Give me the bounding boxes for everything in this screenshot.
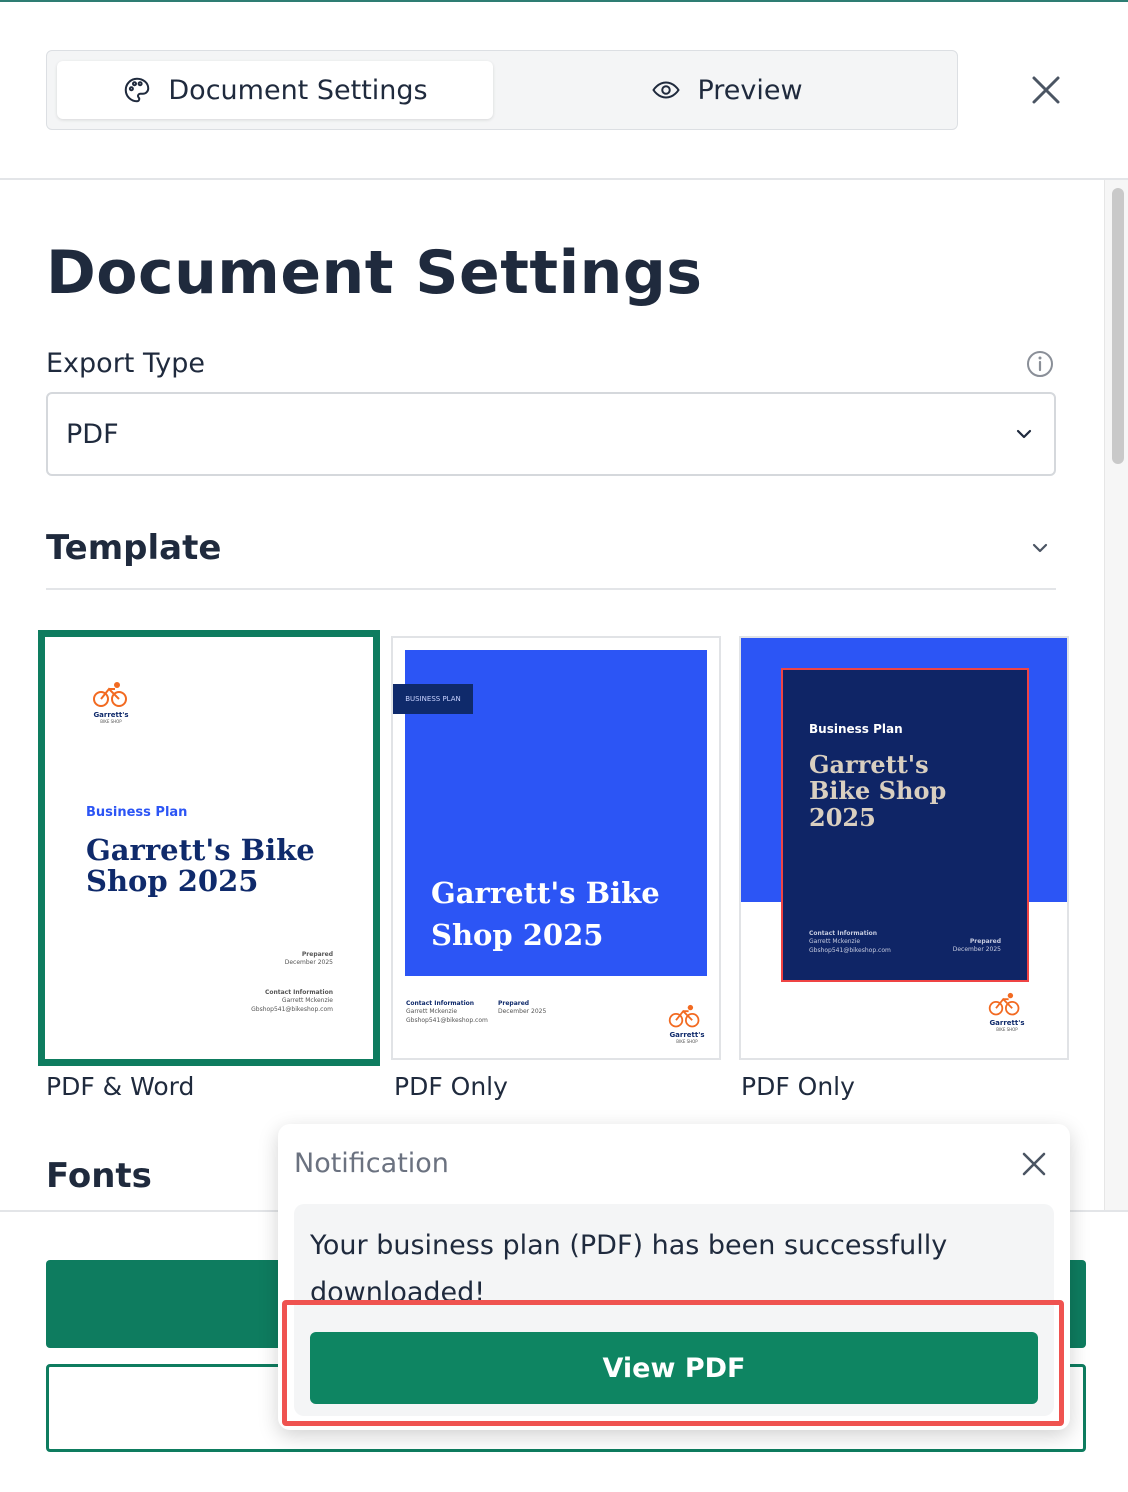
contact-email: Gbshop541@bikeshop.com: [406, 1016, 488, 1024]
tab-document-settings[interactable]: Document Settings: [57, 61, 493, 119]
template-tag: BUSINESS PLAN: [393, 684, 473, 714]
template-heading: Template: [46, 528, 222, 568]
logo-sub: BIKE SHOP: [676, 1039, 698, 1044]
view-pdf-button[interactable]: View PDF: [310, 1332, 1038, 1404]
contact-name: Garrett Mckenzie: [281, 997, 333, 1005]
chevron-down-icon: [1016, 429, 1032, 439]
tab-label: Preview: [697, 74, 803, 106]
template-card-label: PDF Only: [741, 1072, 855, 1101]
notification-title: Notification: [294, 1148, 449, 1179]
navy-cover-block: Business Plan Garrett's Bike Shop 2025 C…: [781, 668, 1029, 982]
prepared-date: December 2025: [952, 946, 1001, 954]
prepared-date: December 2025: [284, 959, 333, 967]
template-subtitle: Business Plan: [809, 722, 903, 736]
fonts-heading: Fonts: [46, 1156, 152, 1196]
info-icon[interactable]: [1026, 350, 1054, 378]
palette-icon: [125, 77, 150, 103]
export-type-select[interactable]: PDF: [46, 392, 1056, 476]
close-icon[interactable]: [1026, 70, 1066, 110]
logo-name: Garrett's: [669, 1031, 705, 1039]
prepared-label: Prepared: [498, 1000, 530, 1007]
view-tabs: Document Settings Preview: [46, 50, 958, 130]
template-card-label: PDF & Word: [46, 1072, 195, 1101]
bike-logo-icon: Garrett's BIKE SHOP: [91, 681, 131, 724]
eye-icon: [652, 81, 681, 99]
template-divider: [46, 588, 1056, 590]
settings-scroll-area: Document Settings Export Type PDF Templa…: [0, 180, 1104, 1210]
template-card-navy[interactable]: Business Plan Garrett's Bike Shop 2025 C…: [739, 636, 1069, 1060]
template-title: Garrett's Bike Shop 2025: [431, 876, 660, 953]
template-title: Garrett's Bike Shop 2025: [809, 750, 947, 832]
template-card-blue[interactable]: BUSINESS PLAN Garrett's Bike Shop 2025 C…: [391, 636, 721, 1060]
prepared-date: December 2025: [498, 1008, 547, 1016]
contact-label: Contact Information: [264, 989, 333, 996]
export-type-label: Export Type: [46, 348, 205, 379]
scrollbar[interactable]: [1104, 180, 1128, 1210]
template-card-label: PDF Only: [394, 1072, 508, 1101]
template-title: Garrett's Bike Shop 2025: [86, 833, 315, 899]
scrollbar-thumb[interactable]: [1112, 188, 1124, 464]
contact-label: Contact Information: [406, 1000, 475, 1007]
page-title: Document Settings: [46, 238, 703, 308]
contact-name: Garrett Mckenzie: [809, 938, 861, 946]
logo-name: Garrett's: [989, 1019, 1025, 1027]
contact-email: Gbshop541@bikeshop.com: [251, 1005, 333, 1013]
prepared-label: Prepared: [301, 951, 333, 958]
logo-sub: BIKE SHOP: [100, 719, 122, 724]
logo-name: Garrett's: [93, 711, 129, 719]
chevron-down-icon[interactable]: [1028, 536, 1052, 560]
contact-label: Contact Information: [809, 930, 878, 937]
top-accent-line: [0, 0, 1128, 2]
contact-email: Gbshop541@bikeshop.com: [809, 946, 891, 954]
tab-label: Document Settings: [168, 74, 428, 106]
template-card-classic[interactable]: Garrett's BIKE SHOP Business Plan Garret…: [38, 630, 380, 1066]
bike-logo-icon: Garrett's BIKE SHOP: [667, 1004, 707, 1044]
template-subtitle: Business Plan: [86, 805, 188, 820]
tab-preview[interactable]: Preview: [507, 61, 947, 119]
prepared-label: Prepared: [969, 938, 1001, 945]
logo-sub: BIKE SHOP: [996, 1027, 1018, 1032]
export-type-value: PDF: [66, 418, 119, 450]
close-icon[interactable]: [1018, 1148, 1050, 1180]
contact-name: Garrett Mckenzie: [406, 1008, 458, 1016]
bike-logo-icon: Garrett's BIKE SHOP: [987, 992, 1027, 1032]
